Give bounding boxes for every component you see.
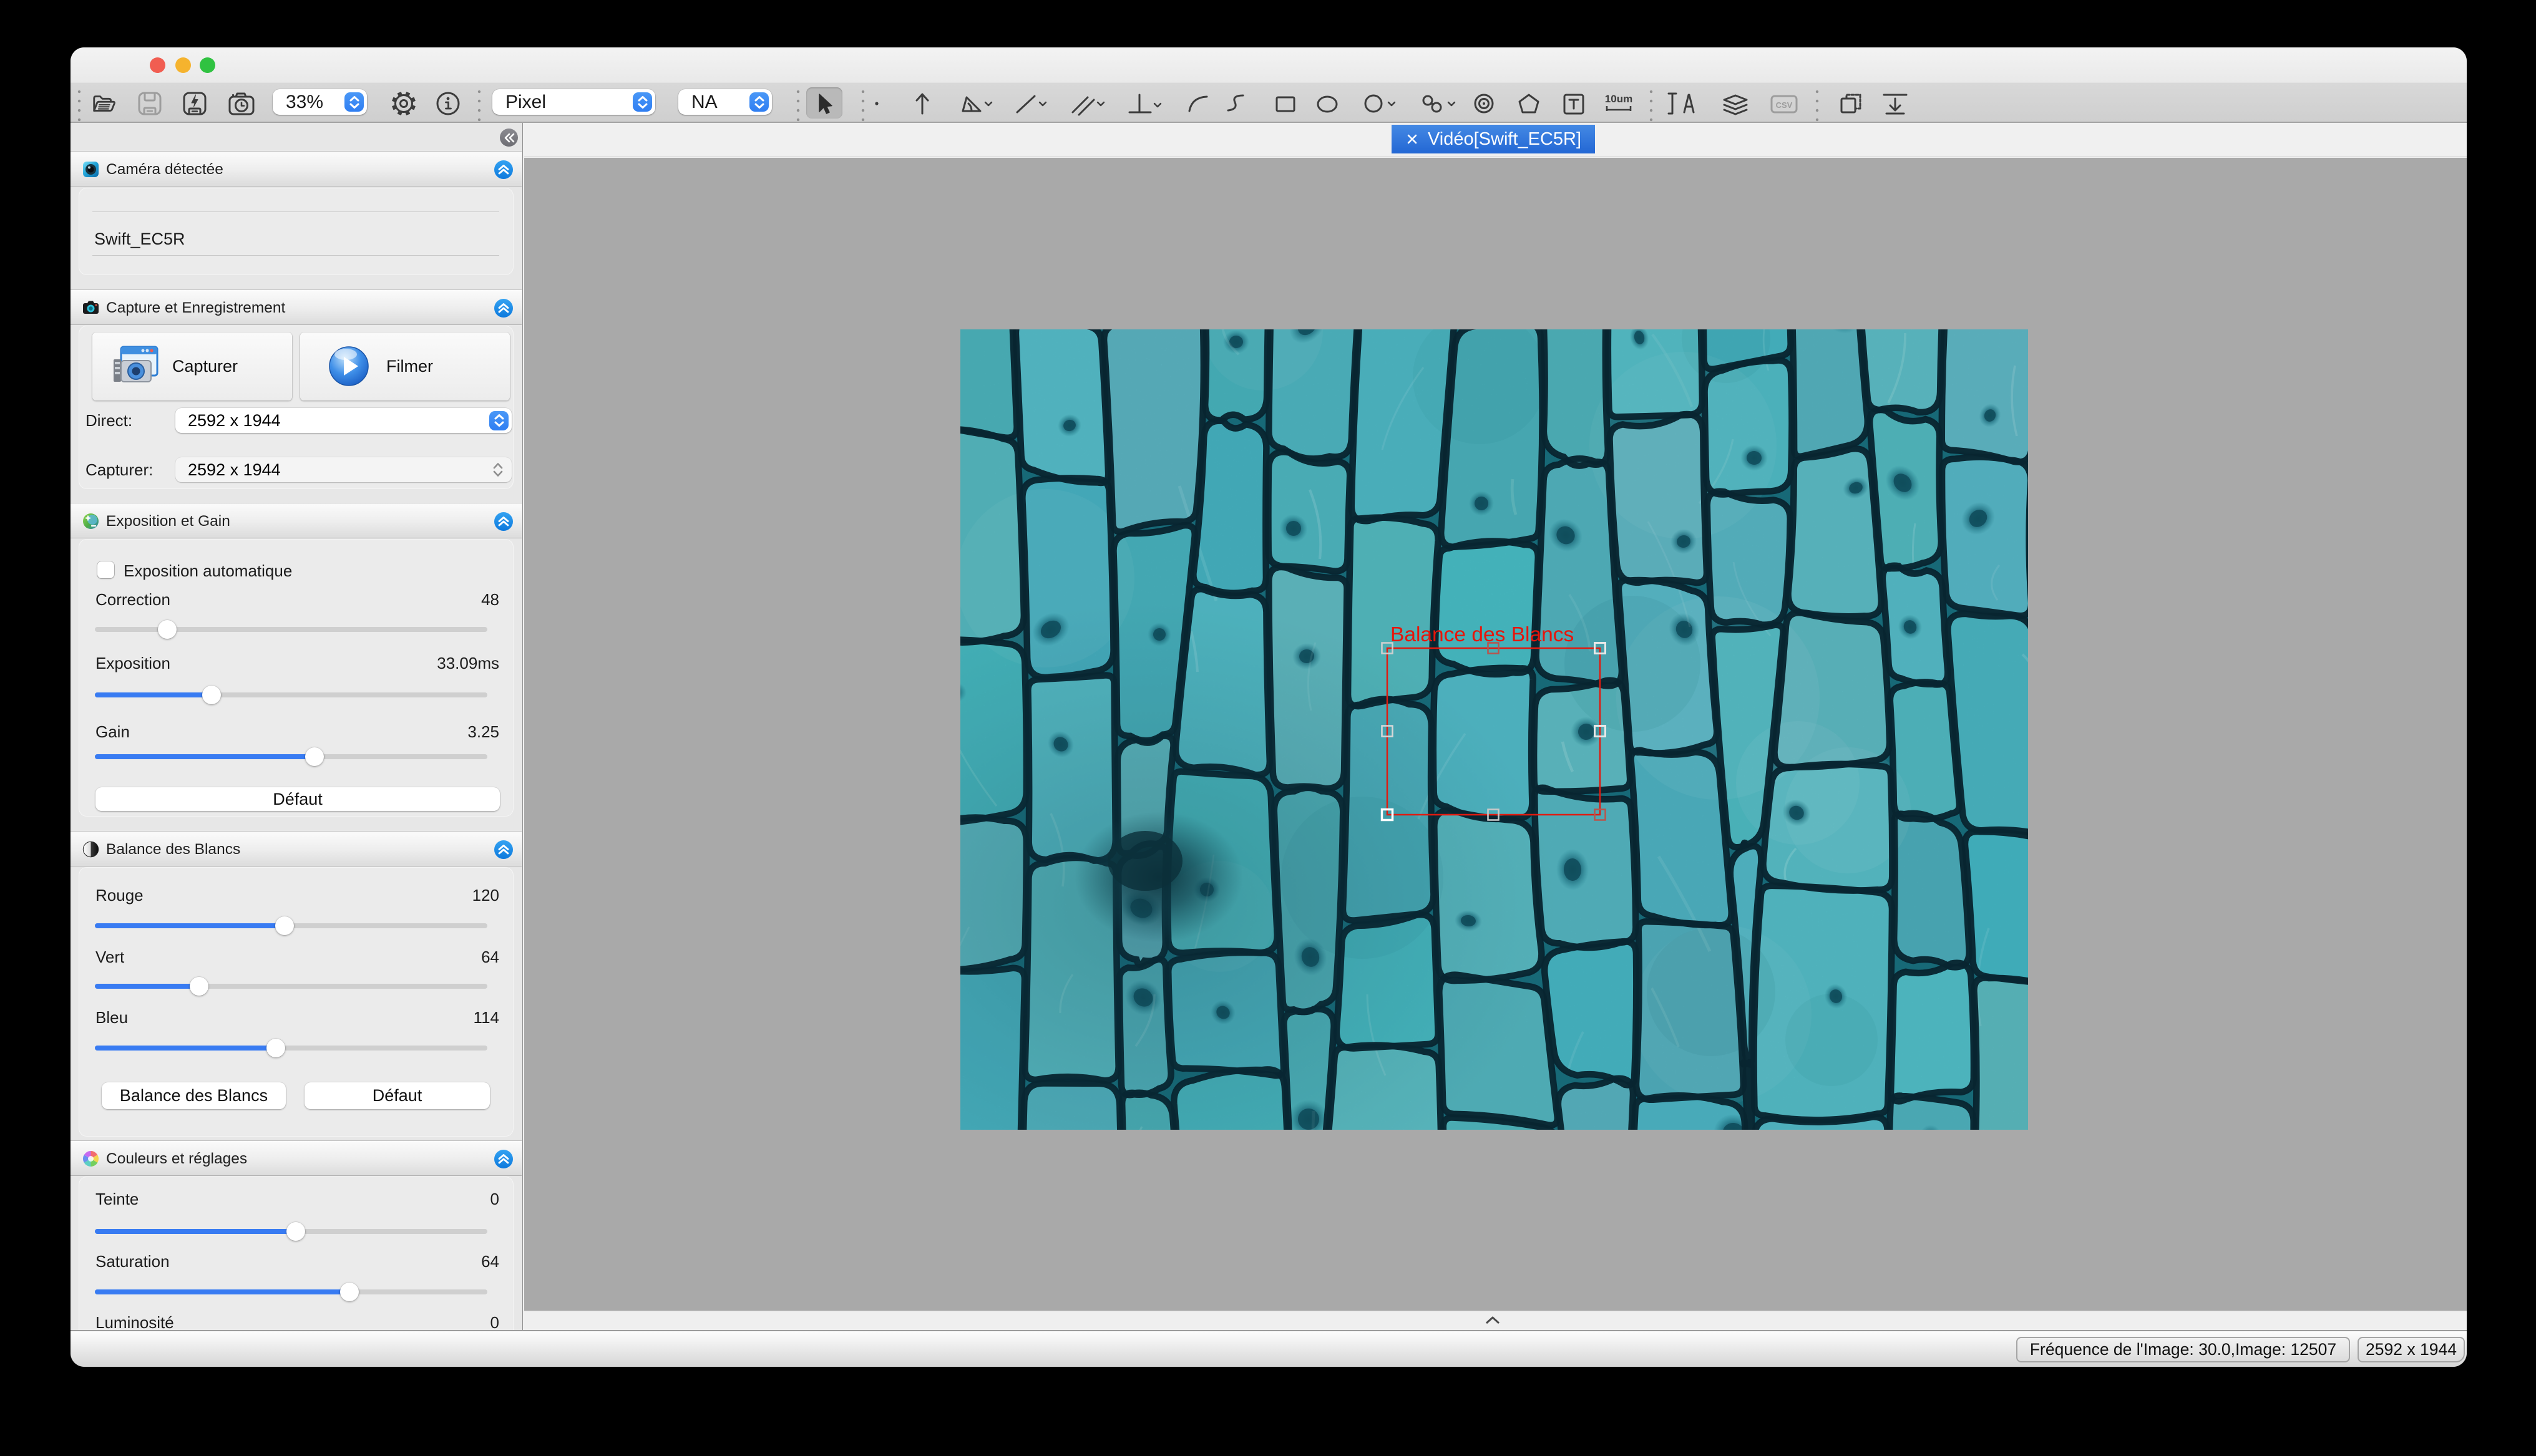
svg-text:10um: 10um (1605, 93, 1632, 105)
svg-text:Balance des Blancs: Balance des Blancs (1390, 623, 1574, 646)
svg-text:CSV: CSV (1776, 100, 1793, 110)
